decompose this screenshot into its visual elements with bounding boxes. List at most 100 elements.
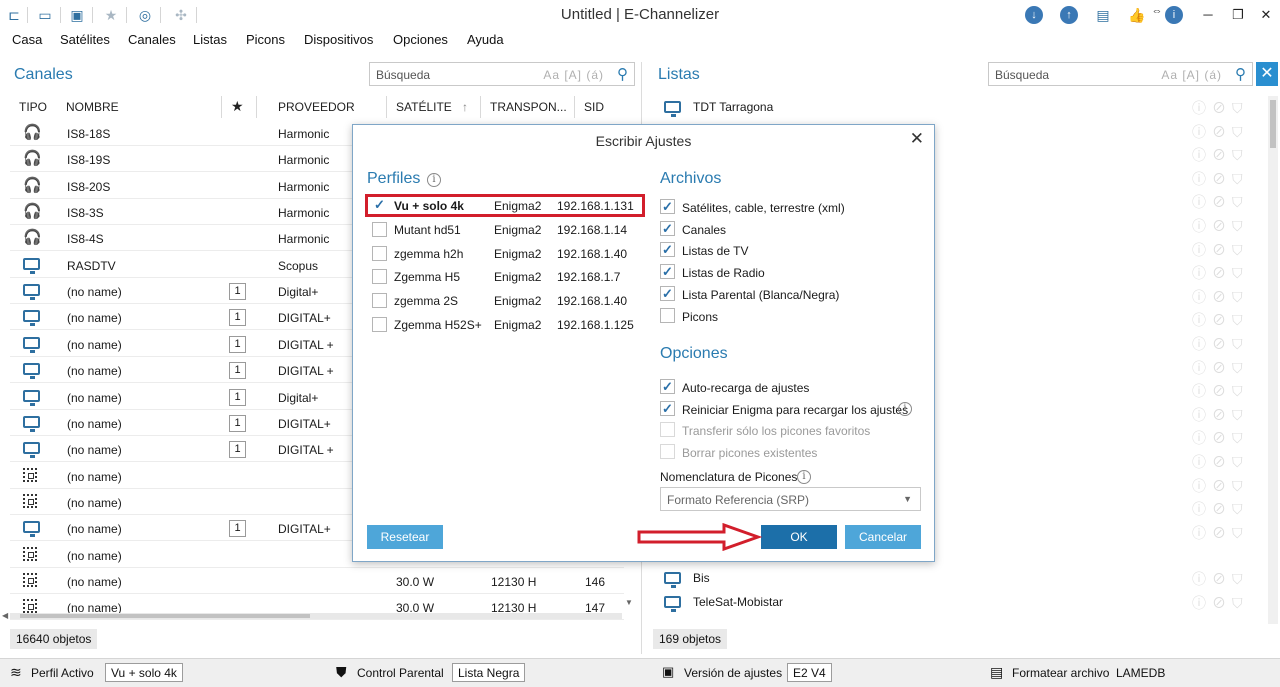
list-status-icons[interactable]: ⓘ⊘⛉ bbox=[1192, 405, 1249, 425]
column-separator[interactable] bbox=[386, 96, 387, 118]
profile-row[interactable]: zgemma 2S Enigma2 192.168.1.40 bbox=[367, 289, 642, 313]
profile-row[interactable]: zgemma h2h Enigma2 192.168.1.40 bbox=[367, 242, 642, 266]
list-status-icons[interactable]: ⓘ⊘⛉ bbox=[1192, 192, 1249, 212]
search-options[interactable]: Aa [A] (á) bbox=[543, 68, 604, 82]
profile-row[interactable]: Zgemma H52S+ Enigma2 192.168.1.125 bbox=[367, 313, 642, 337]
list-status-icons[interactable]: ⓘ⊘⛉ bbox=[1192, 593, 1249, 613]
menu-ayuda[interactable]: Ayuda bbox=[467, 32, 504, 47]
column-separator[interactable] bbox=[221, 96, 222, 118]
favorite-number[interactable]: 1 bbox=[229, 388, 246, 406]
menu-listas[interactable]: Listas bbox=[193, 32, 227, 47]
list-status-icons[interactable]: ⓘ⊘⛉ bbox=[1192, 98, 1249, 118]
list-status-icons[interactable]: ⓘ⊘⛉ bbox=[1192, 263, 1249, 283]
column-transponder[interactable]: TRANSPON... bbox=[490, 100, 567, 114]
scroll-left-icon[interactable]: ◀ bbox=[2, 611, 8, 620]
favorite-number[interactable]: 1 bbox=[229, 309, 246, 327]
list-status-icons[interactable]: ⓘ⊘⛉ bbox=[1192, 452, 1249, 472]
settings-version-value[interactable]: E2 V4 bbox=[787, 663, 832, 682]
profiles-info-icon[interactable]: i bbox=[427, 173, 441, 187]
profile-checkbox[interactable] bbox=[372, 317, 387, 332]
scrollbar-thumb[interactable] bbox=[20, 614, 310, 618]
option-checkbox[interactable]: ✓ bbox=[660, 400, 675, 416]
clear-search-close-icon[interactable]: ✕ bbox=[1256, 62, 1278, 86]
file-checkbox[interactable]: ✓ bbox=[660, 285, 675, 301]
list-status-icons[interactable]: ⓘ⊘⛉ bbox=[1192, 476, 1249, 496]
cancel-button[interactable]: Cancelar bbox=[845, 525, 921, 549]
column-separator[interactable] bbox=[256, 96, 257, 118]
parental-control-value[interactable]: Lista Negra bbox=[452, 663, 526, 682]
list-item[interactable]: Bis ⓘ⊘⛉ bbox=[652, 566, 1266, 590]
minimize-button[interactable]: ─ bbox=[1193, 4, 1223, 26]
layout-icon[interactable]: ▤ bbox=[1094, 6, 1112, 24]
profile-checkbox[interactable] bbox=[372, 221, 387, 237]
list-status-icons[interactable]: ⓘ⊘⛉ bbox=[1192, 428, 1249, 448]
favorite-number[interactable]: 1 bbox=[229, 441, 246, 459]
download-icon[interactable]: ↓ bbox=[1025, 6, 1043, 24]
profile-row[interactable]: Mutant hd51 Enigma2 192.168.1.14 bbox=[367, 218, 642, 242]
file-checkbox[interactable]: ✓ bbox=[660, 199, 675, 214]
file-checkbox[interactable]: ✓ bbox=[660, 220, 675, 236]
list-status-icons[interactable]: ⓘ⊘⛉ bbox=[1192, 240, 1249, 260]
list-status-icons[interactable]: ⓘ⊘⛉ bbox=[1192, 569, 1249, 589]
list-status-icons[interactable]: ⓘ⊘⛉ bbox=[1192, 381, 1249, 401]
scroll-down-icon[interactable]: ▼ bbox=[625, 598, 633, 607]
scrollbar-thumb[interactable] bbox=[1270, 100, 1276, 148]
column-proveedor[interactable]: PROVEEDOR bbox=[278, 100, 355, 114]
lists-search-input[interactable]: Búsqueda Aa [A] (á) ⚲ bbox=[988, 62, 1253, 86]
menu-opciones[interactable]: Opciones bbox=[393, 32, 448, 47]
favorite-number[interactable]: 1 bbox=[229, 283, 246, 301]
menu-canales[interactable]: Canales bbox=[128, 32, 176, 47]
picon-naming-select[interactable]: Formato Referencia (SRP) ▼ bbox=[660, 487, 921, 511]
ok-button[interactable]: OK bbox=[761, 525, 837, 549]
menu-picons[interactable]: Picons bbox=[246, 32, 285, 47]
list-item[interactable]: TeleSat-Mobistar ⓘ⊘⛉ bbox=[652, 590, 1266, 614]
list-status-icons[interactable]: ⓘ⊘⛉ bbox=[1192, 358, 1249, 378]
list-status-icons[interactable]: ⓘ⊘⛉ bbox=[1192, 523, 1249, 543]
search-options[interactable]: Aa [A] (á) bbox=[1161, 68, 1222, 82]
profile-checkbox[interactable] bbox=[372, 245, 387, 261]
resize-icon[interactable]: ⇔ bbox=[1148, 2, 1166, 20]
search-icon[interactable]: ⚲ bbox=[1235, 65, 1246, 83]
list-status-icons[interactable]: ⓘ⊘⛉ bbox=[1192, 287, 1249, 307]
list-item[interactable]: TDT Tarragona ⓘ⊘⛉ bbox=[652, 95, 1266, 119]
reset-button[interactable]: Resetear bbox=[367, 525, 443, 549]
list-status-icons[interactable]: ⓘ⊘⛉ bbox=[1192, 169, 1249, 189]
list-status-icons[interactable]: ⓘ⊘⛉ bbox=[1192, 310, 1249, 330]
profile-checkbox[interactable] bbox=[372, 293, 387, 309]
search-icon[interactable]: ⚲ bbox=[617, 65, 628, 83]
file-checkbox[interactable]: ✓ bbox=[660, 242, 675, 258]
info-icon[interactable]: i bbox=[1165, 6, 1183, 24]
active-profile-value[interactable]: Vu + solo 4k bbox=[105, 663, 183, 682]
close-window-button[interactable]: ✕ bbox=[1251, 4, 1280, 26]
column-favorite-star-icon[interactable]: ★ bbox=[231, 98, 244, 115]
column-satelite[interactable]: SATÉLITE bbox=[396, 100, 452, 114]
column-tipo[interactable]: TIPO bbox=[19, 100, 47, 114]
favorite-number[interactable]: 1 bbox=[229, 362, 246, 380]
favorite-number[interactable]: 1 bbox=[229, 414, 246, 432]
file-format-value[interactable]: LAMEDB bbox=[1116, 666, 1165, 680]
column-separator[interactable] bbox=[480, 96, 481, 118]
file-checkbox[interactable]: ✓ bbox=[660, 264, 675, 280]
option-checkbox[interactable]: ✓ bbox=[660, 379, 675, 394]
column-separator[interactable] bbox=[574, 96, 575, 118]
dialog-close-icon[interactable]: ✕ bbox=[910, 129, 924, 149]
channels-search-input[interactable]: Búsqueda Aa [A] (á) ⚲ bbox=[369, 62, 635, 86]
picon-info-icon[interactable]: i bbox=[797, 470, 811, 484]
list-status-icons[interactable]: ⓘ⊘⛉ bbox=[1192, 499, 1249, 519]
menu-dispositivos[interactable]: Dispositivos bbox=[304, 32, 373, 47]
channels-horizontal-scrollbar[interactable] bbox=[10, 613, 622, 619]
restart-info-icon[interactable]: i bbox=[898, 402, 912, 416]
lists-vertical-scrollbar[interactable] bbox=[1268, 96, 1278, 624]
favorite-number[interactable]: 1 bbox=[229, 520, 246, 538]
list-status-icons[interactable]: ⓘ⊘⛉ bbox=[1192, 216, 1249, 236]
list-status-icons[interactable]: ⓘ⊘⛉ bbox=[1192, 145, 1249, 165]
file-checkbox[interactable] bbox=[660, 307, 675, 323]
like-icon[interactable]: 👍 bbox=[1128, 6, 1146, 24]
profile-row[interactable]: Zgemma H5 Enigma2 192.168.1.7 bbox=[367, 265, 642, 289]
menu-casa[interactable]: Casa bbox=[12, 32, 42, 47]
upload-icon[interactable]: ↑ bbox=[1060, 6, 1078, 24]
favorite-number[interactable]: 1 bbox=[229, 335, 246, 353]
column-sid[interactable]: SID bbox=[584, 100, 604, 114]
column-nombre[interactable]: NOMBRE bbox=[66, 100, 119, 114]
menu-satelites[interactable]: Satélites bbox=[60, 32, 110, 47]
